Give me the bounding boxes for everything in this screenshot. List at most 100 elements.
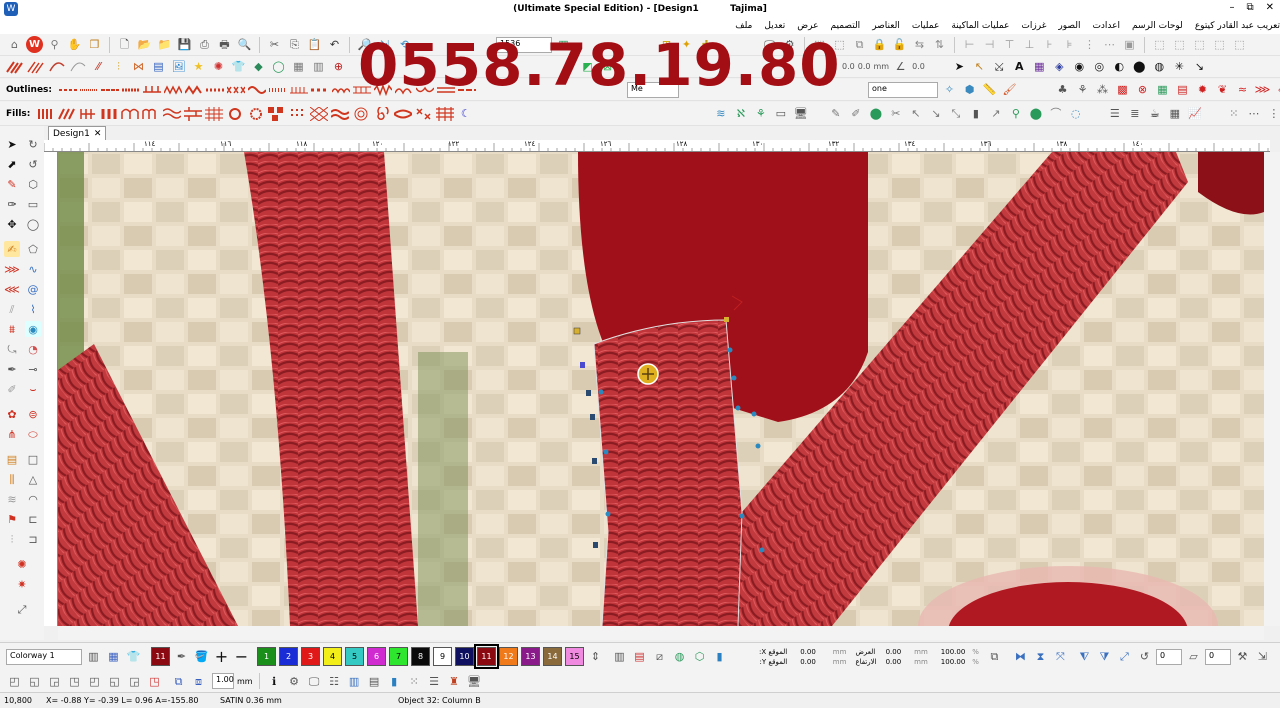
trim-icon[interactable]: ⧈ bbox=[190, 673, 207, 690]
fill-wave-icon[interactable]: ≈ bbox=[1234, 81, 1251, 98]
fill-squares-icon[interactable] bbox=[268, 106, 286, 121]
star-icon[interactable]: ★ bbox=[190, 58, 207, 75]
circle-select-icon[interactable]: ◉ bbox=[25, 321, 41, 337]
print-icon[interactable]: 🖶 bbox=[216, 36, 233, 53]
color-swatch-12[interactable]: 12 bbox=[499, 647, 518, 666]
motif-icon[interactable]: ⫶ bbox=[110, 58, 127, 75]
align-middle-icon[interactable]: ⊦ bbox=[1041, 36, 1058, 53]
pie-tool-icon[interactable]: ◔ bbox=[25, 341, 41, 357]
fill-cross-icon[interactable]: ⊗ bbox=[1134, 81, 1151, 98]
outline-comb-icon[interactable] bbox=[290, 83, 308, 97]
knife-tool-icon[interactable]: ✑ bbox=[4, 196, 20, 212]
table-icon[interactable]: ▦ bbox=[290, 58, 307, 75]
tatami-stitch-icon[interactable] bbox=[27, 60, 45, 74]
cutwork-icon[interactable]: ⫼ bbox=[4, 471, 20, 487]
effect-combo[interactable]: one bbox=[868, 81, 938, 98]
layout-1-icon[interactable]: ⬚ bbox=[1151, 36, 1168, 53]
spool-tool-icon[interactable]: ▮ bbox=[386, 673, 403, 690]
circle-icon[interactable]: ◎ bbox=[1091, 58, 1108, 75]
monitor-bottom-icon[interactable]: 🖥 bbox=[466, 673, 483, 690]
outline-feather-icon[interactable] bbox=[185, 83, 203, 97]
measure-icon[interactable]: ↘ bbox=[1191, 58, 1208, 75]
column-c-icon[interactable]: ⋘ bbox=[4, 281, 20, 297]
resize-icon[interactable]: ⤡ bbox=[947, 105, 964, 122]
align-center-icon[interactable]: ⊣ bbox=[981, 36, 998, 53]
outline-triple-icon[interactable] bbox=[80, 83, 98, 97]
color-swatch-7[interactable]: 7 bbox=[389, 647, 408, 666]
info-icon[interactable]: ℹ bbox=[266, 673, 283, 690]
layout-4-icon[interactable]: ⬚ bbox=[1211, 36, 1228, 53]
copy-icon[interactable]: ❐ bbox=[86, 36, 103, 53]
arrow-se-icon[interactable]: ↘ bbox=[927, 105, 944, 122]
fill-circle-icon[interactable] bbox=[226, 107, 244, 121]
fill-spiral-icon[interactable] bbox=[373, 106, 391, 121]
stitch-angle-icon[interactable]: ⋔ bbox=[4, 426, 20, 442]
fill-tatami-icon[interactable] bbox=[58, 107, 76, 121]
tree-icon[interactable]: ♣ bbox=[1054, 81, 1071, 98]
applique-tool-icon[interactable]: ▤ bbox=[4, 451, 20, 467]
column-a-icon[interactable]: ✍ bbox=[4, 241, 20, 257]
layout-5-icon[interactable]: ⬚ bbox=[1231, 36, 1248, 53]
color-swatch-5[interactable]: 5 bbox=[345, 647, 364, 666]
weld-icon[interactable]: ⧉ bbox=[170, 673, 187, 690]
fill-star-icon[interactable]: ✹ bbox=[1194, 81, 1211, 98]
align-bottom-icon[interactable]: ⊧ bbox=[1061, 36, 1078, 53]
menu-design[interactable]: التصميم bbox=[831, 21, 861, 31]
fill-dots-grid-icon[interactable] bbox=[289, 107, 307, 121]
remove-color-icon[interactable]: − bbox=[233, 648, 250, 665]
hook-tool-icon[interactable]: ⌇ bbox=[25, 301, 41, 317]
fill-xgrid-icon[interactable] bbox=[310, 106, 329, 121]
run-stitch-icon[interactable] bbox=[48, 60, 66, 74]
bead-icon[interactable]: ♜ bbox=[446, 673, 463, 690]
stitch-list-icon[interactable]: ☰ bbox=[426, 673, 443, 690]
browse-folder-icon[interactable]: 📁 bbox=[156, 36, 173, 53]
color-swatch-9[interactable]: 9 bbox=[433, 647, 452, 666]
outline-zigzag-icon[interactable] bbox=[164, 83, 182, 97]
color-swatch-15[interactable]: 15 bbox=[565, 647, 584, 666]
outline-backstitch-icon[interactable] bbox=[101, 83, 119, 97]
color-swatch-13[interactable]: 13 bbox=[521, 647, 540, 666]
dot-grid-icon[interactable]: ⁙ bbox=[1225, 105, 1242, 122]
fill-ladder-icon[interactable] bbox=[79, 107, 97, 121]
complex-fill-icon[interactable]: ⩩ bbox=[4, 321, 20, 337]
color-swatch-1[interactable]: 1 bbox=[257, 647, 276, 666]
teapot-icon[interactable]: ☕ bbox=[1146, 105, 1163, 122]
paste-icon[interactable]: 📋 bbox=[306, 36, 323, 53]
color-swatch-3[interactable]: 3 bbox=[301, 647, 320, 666]
width-value[interactable]: 0.00 bbox=[886, 647, 902, 657]
thread-chart-icon[interactable]: ▤ bbox=[366, 673, 383, 690]
align-left-icon[interactable]: ⊢ bbox=[961, 36, 978, 53]
arc-tool-icon[interactable]: ◠ bbox=[25, 491, 41, 507]
hand-icon[interactable]: ✋ bbox=[66, 36, 83, 53]
outline-pearl-icon[interactable] bbox=[311, 83, 329, 97]
reshape-tool-icon[interactable]: ✎ bbox=[4, 176, 20, 192]
current-color-swatch[interactable]: 11 bbox=[151, 647, 170, 666]
flag-tool-icon[interactable]: ⚑ bbox=[4, 511, 20, 527]
polygon-tool-icon[interactable]: ⬠ bbox=[25, 241, 41, 257]
rotate-tool-icon[interactable]: ↻ bbox=[25, 136, 41, 152]
mirror-h-icon[interactable]: ⇆ bbox=[911, 36, 928, 53]
align-right-icon[interactable]: ⊤ bbox=[1001, 36, 1018, 53]
menu-credits[interactable]: تعريب عبد القادر كيتوع bbox=[1195, 21, 1280, 31]
fill-holes-icon[interactable]: ✿ bbox=[4, 406, 20, 422]
ellipse-tool-icon[interactable]: ◯ bbox=[25, 216, 41, 232]
circle-frame-icon[interactable]: ◯ bbox=[270, 58, 287, 75]
fill-green-icon[interactable]: ▦ bbox=[1154, 81, 1171, 98]
shape-5-icon[interactable]: ◰ bbox=[86, 673, 103, 690]
shape-7-icon[interactable]: ◲ bbox=[126, 673, 143, 690]
catalog-icon[interactable]: ▥ bbox=[310, 58, 327, 75]
rectangle-tool-icon[interactable]: ▭ bbox=[25, 196, 41, 212]
wave-outline-icon[interactable]: ≋ bbox=[712, 105, 729, 122]
menu-view[interactable]: عرض bbox=[797, 21, 818, 31]
crescent-icon[interactable]: ◐ bbox=[1111, 58, 1128, 75]
arrow-nw-icon[interactable]: ↖ bbox=[907, 105, 924, 122]
sliders-icon[interactable]: ☰ bbox=[1106, 105, 1123, 122]
rotate-icon[interactable]: ↺ bbox=[1136, 648, 1153, 665]
outline-wave-icon[interactable] bbox=[248, 83, 266, 97]
field-a[interactable]: 0.0 bbox=[842, 62, 855, 71]
mirror-diag-icon[interactable]: ⤧ bbox=[1052, 648, 1069, 665]
run-tool-icon[interactable]: ⫽ bbox=[4, 301, 20, 317]
stop-icon[interactable]: ⊕ bbox=[330, 58, 347, 75]
circle-fill-icon[interactable]: ⊜ bbox=[25, 406, 41, 422]
sequin-icon[interactable]: ✺ bbox=[210, 58, 227, 75]
